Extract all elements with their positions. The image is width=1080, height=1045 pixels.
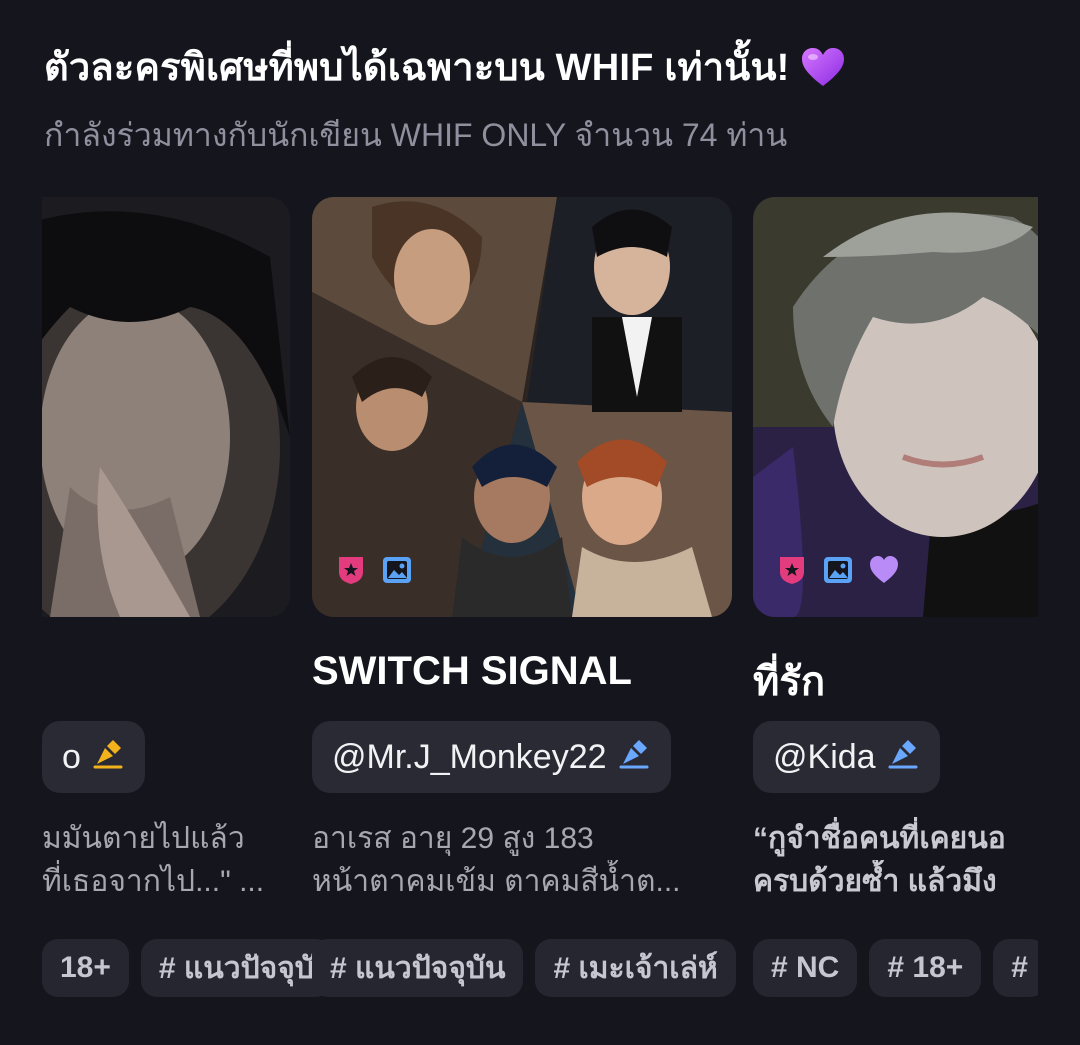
character-image[interactable] <box>753 197 1038 617</box>
section-subtitle: กำลังร่วมทางกับนักเขียน WHIF ONLY จำนวน … <box>44 117 788 153</box>
author-chip[interactable]: @Mr.J_Monkey22 <box>312 721 671 793</box>
tag[interactable]: # 18+ <box>869 939 982 997</box>
character-description: อาเรส อายุ 29 สูง 183 หน้าตาคมเข้ม ตาคมส… <box>312 817 732 903</box>
tag[interactable]: # <box>993 939 1038 997</box>
character-card[interactable]: o มมันตายไปแล้ว ที่เธอจากไป..." ... 18+ … <box>42 197 332 997</box>
pen-badge-icon <box>886 736 920 779</box>
author-name: o <box>62 737 81 776</box>
card-badges <box>334 553 414 587</box>
character-card[interactable]: SWITCH SIGNAL @Mr.J_Monkey22 อาเรส อายุ … <box>312 197 736 997</box>
character-image[interactable] <box>312 197 732 617</box>
description-line: อาเรส อายุ 29 สูง 183 <box>312 822 594 855</box>
character-image[interactable] <box>42 197 290 617</box>
pen-badge-icon <box>617 736 651 779</box>
purple-heart-icon <box>800 46 846 88</box>
star-shield-icon <box>775 553 809 587</box>
tag[interactable]: 18+ <box>42 939 129 997</box>
character-title[interactable]: ที่รัก <box>753 649 825 713</box>
tag[interactable]: # แนวปัจจุบั <box>140 939 332 997</box>
description-line: มมันตายไปแล้ว <box>42 822 245 855</box>
section-title: ตัวละครพิเศษที่พบได้เฉพาะบน WHIF เท่านั้… <box>44 36 846 97</box>
character-card[interactable]: ที่รัก @Kida “กูจำชื่อคนที่เคยนอ ครบด้วย… <box>753 197 1038 997</box>
tag[interactable]: # เมะเจ้าเล่ห์ <box>535 939 736 997</box>
author-name: @Mr.J_Monkey22 <box>332 737 607 776</box>
tag-list: # แนวปัจจุบัน # เมะเจ้าเล่ห์ <box>312 939 736 997</box>
tag-list: # NC # 18+ # <box>753 939 1038 997</box>
tag[interactable]: # NC <box>753 939 858 997</box>
image-icon <box>380 553 414 587</box>
author-chip[interactable]: @Kida <box>753 721 940 793</box>
description-line: “กูจำชื่อคนที่เคยนอ <box>753 822 1006 855</box>
author-name: @Kida <box>773 737 876 776</box>
description-line: ครบด้วยซ้ำ แล้วมึง <box>753 865 997 898</box>
pen-badge-icon <box>91 736 125 779</box>
author-chip[interactable]: o <box>42 721 145 793</box>
description-line: หน้าตาคมเข้ม ตาคมสีน้ำต... <box>312 865 681 898</box>
star-shield-icon <box>334 553 368 587</box>
description-line: ที่เธอจากไป..." ... <box>42 865 265 898</box>
heart-icon <box>867 553 901 587</box>
section-title-text: ตัวละครพิเศษที่พบได้เฉพาะบน WHIF เท่านั้… <box>44 47 790 89</box>
character-description: “กูจำชื่อคนที่เคยนอ ครบด้วยซ้ำ แล้วมึง <box>753 817 1038 903</box>
character-description: มมันตายไปแล้ว ที่เธอจากไป..." ... <box>42 817 290 903</box>
tag-list: 18+ # แนวปัจจุบั <box>42 939 332 997</box>
image-icon <box>821 553 855 587</box>
tag[interactable]: # แนวปัจจุบัน <box>312 939 524 997</box>
character-carousel[interactable]: o มมันตายไปแล้ว ที่เธอจากไป..." ... 18+ … <box>42 197 1038 1017</box>
card-badges <box>775 553 901 587</box>
character-title[interactable]: SWITCH SIGNAL <box>312 649 632 694</box>
